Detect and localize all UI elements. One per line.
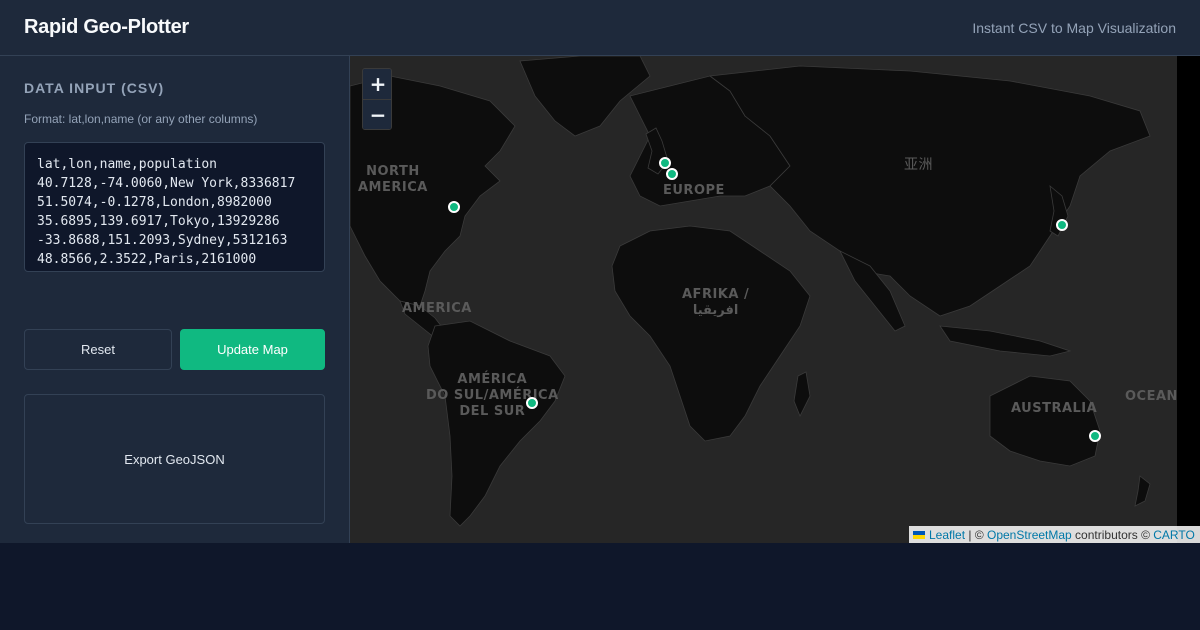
csv-input[interactable] — [24, 142, 325, 272]
land-new-zealand — [1134, 475, 1151, 507]
land-africa — [611, 225, 811, 442]
land-australia — [989, 375, 1101, 467]
marker-tokyo[interactable] — [1056, 219, 1068, 231]
land-south-america — [427, 320, 566, 527]
format-hint: Format: lat,lon,name (or any other colum… — [24, 112, 258, 126]
carto-link[interactable]: CARTO — [1153, 528, 1195, 542]
data-input-heading: DATA INPUT (CSV) — [24, 80, 165, 96]
marker-south-america[interactable] — [526, 397, 538, 409]
export-geojson-button[interactable]: Export GeoJSON — [24, 394, 325, 524]
zoom-control: + − — [362, 68, 392, 130]
zoom-in-button[interactable]: + — [363, 69, 391, 99]
leaflet-link[interactable]: Leaflet — [929, 528, 965, 542]
land-madagascar — [793, 371, 811, 417]
action-buttons: Reset Update Map — [24, 329, 325, 370]
attribution-contributors: contributors © — [1071, 527, 1154, 542]
label-australia: AUSTRALIA — [1011, 401, 1098, 416]
marker-london[interactable] — [659, 157, 671, 169]
marker-new-york[interactable] — [448, 201, 460, 213]
map-view[interactable]: NORTH AMERICA EUROPE 亚洲 AMERICA AFRIKA /… — [350, 56, 1200, 543]
map-attribution: Leaflet | © OpenStreetMap contributors ©… — [909, 526, 1200, 543]
app-header: Rapid Geo-Plotter Instant CSV to Map Vis… — [0, 0, 1200, 56]
basemap — [350, 56, 1151, 527]
app-title: Rapid Geo-Plotter — [24, 16, 189, 38]
zoom-out-button[interactable]: − — [363, 99, 391, 129]
reset-button[interactable]: Reset — [24, 329, 172, 370]
label-africa: AFRIKA / افريقيا — [682, 287, 750, 318]
marker-sydney[interactable] — [1089, 430, 1101, 442]
map-scrollbar[interactable] — [1177, 56, 1200, 543]
sidebar: DATA INPUT (CSV) Format: lat,lon,name (o… — [0, 56, 350, 543]
app-subtitle: Instant CSV to Map Visualization — [972, 19, 1176, 36]
label-america: AMERICA — [402, 301, 472, 316]
land-indonesia — [939, 325, 1072, 357]
ukraine-flag-icon — [913, 530, 925, 539]
label-ocean: OCEAN — [1125, 389, 1178, 404]
openstreetmap-link[interactable]: OpenStreetMap — [987, 528, 1072, 542]
marker-paris[interactable] — [666, 168, 678, 180]
update-map-button[interactable]: Update Map — [180, 329, 325, 370]
label-europe: EUROPE — [663, 183, 725, 198]
label-south-america: AMÉRICA DO SUL/AMÉRICA DEL SUR — [426, 372, 559, 419]
label-north-america: NORTH AMERICA — [358, 164, 428, 195]
attribution-separator: | © — [965, 527, 987, 542]
label-asia: 亚洲 — [904, 157, 933, 173]
